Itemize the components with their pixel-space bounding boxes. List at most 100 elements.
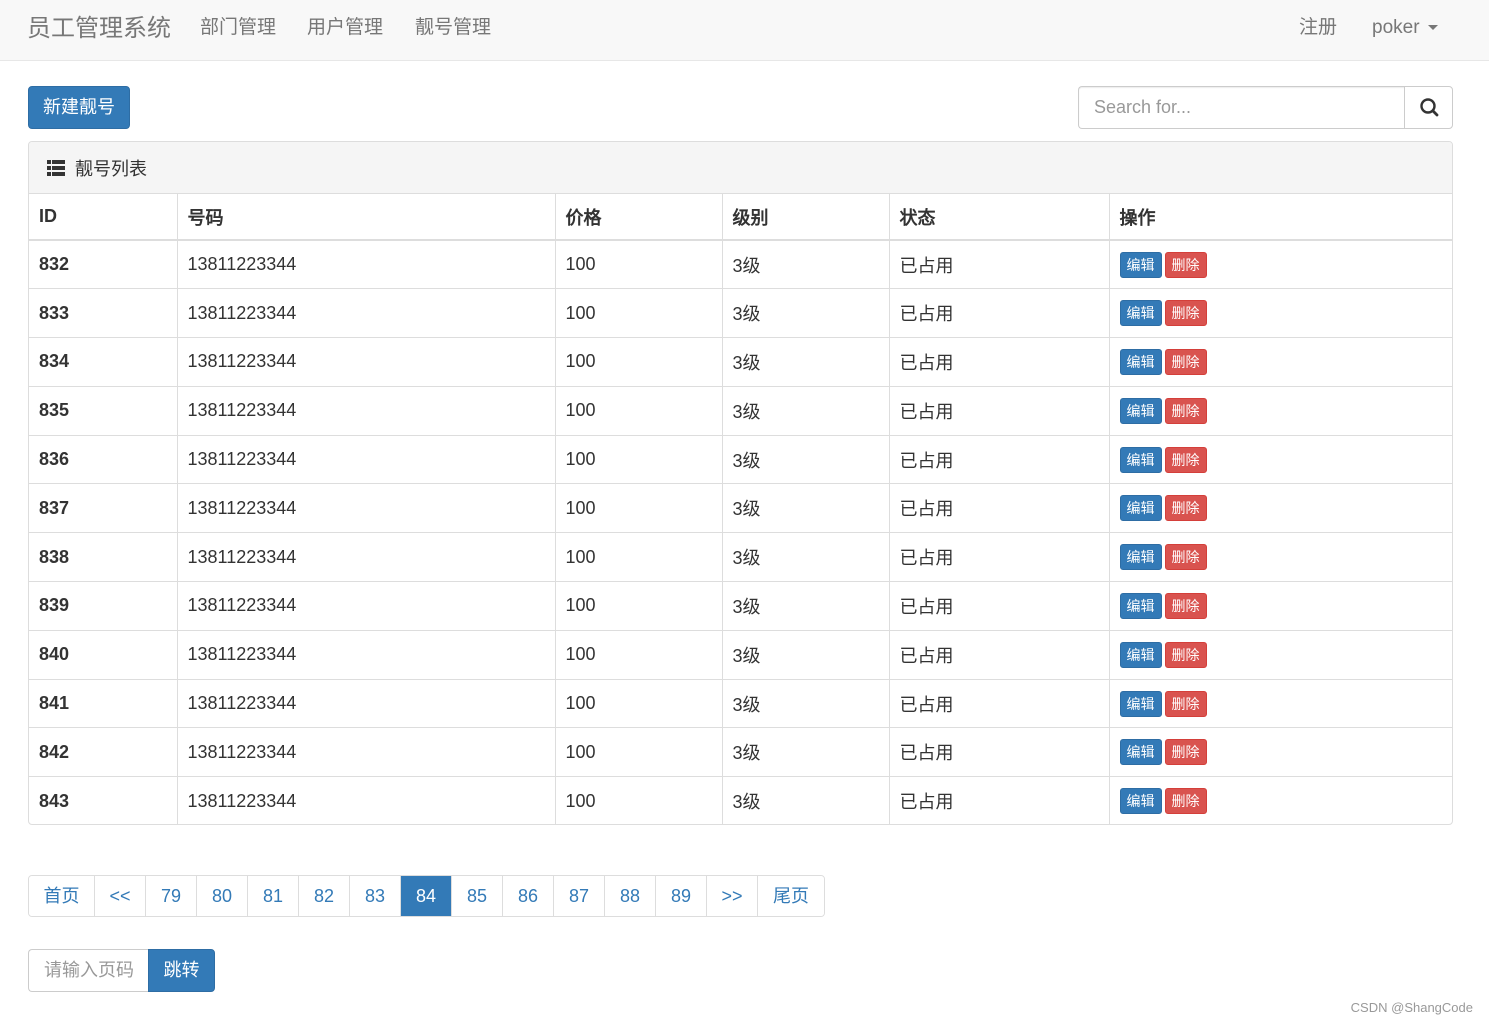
column-header-id: ID [29, 194, 178, 240]
delete-button[interactable]: 删除 [1164, 495, 1207, 522]
edit-button[interactable]: 编辑 [1119, 348, 1162, 375]
nav-link-register[interactable]: 注册 [1299, 17, 1337, 39]
delete-button[interactable]: 删除 [1164, 788, 1207, 815]
page-item[interactable]: 89 [656, 876, 707, 916]
cell-id: 840 [29, 629, 178, 680]
cell-id: 833 [29, 288, 178, 338]
watermark: CSDN @ShangCode [1350, 1000, 1473, 1015]
edit-button[interactable]: 编辑 [1119, 300, 1162, 327]
cell-mobile: 13811223344 [177, 629, 556, 680]
cell-level: 3级 [722, 385, 890, 436]
column-header-mobile: 号码 [177, 194, 556, 240]
table-header-row: ID 号码 价格 级别 状态 操作 [29, 194, 1452, 240]
page-item[interactable]: >> [707, 876, 758, 916]
nav-link-departments[interactable]: 部门管理 [200, 17, 276, 39]
cell-mobile: 13811223344 [177, 532, 556, 582]
page-item[interactable]: 85 [452, 876, 503, 916]
cell-mobile: 13811223344 [177, 483, 556, 533]
cell-level: 3级 [722, 776, 890, 824]
page-item[interactable]: 82 [299, 876, 350, 916]
table-row: 834 13811223344 100 3级 已占用 编辑 删除 [29, 337, 1452, 387]
page-item[interactable]: << [95, 876, 146, 916]
pretty-number-table: ID 号码 价格 级别 状态 操作 832 13811223344 100 3级 已占用… [29, 194, 1452, 824]
page-item[interactable]: 84 [401, 876, 452, 916]
delete-button[interactable]: 删除 [1164, 348, 1207, 375]
cell-status: 已占用 [889, 385, 1110, 436]
page-number-input[interactable] [28, 949, 149, 992]
nav-link-users[interactable]: 用户管理 [307, 17, 383, 39]
delete-button[interactable]: 删除 [1164, 739, 1207, 766]
new-pretty-number-button[interactable]: 新建靓号 [28, 86, 130, 129]
page-item[interactable]: 80 [197, 876, 248, 916]
cell-level: 3级 [722, 727, 890, 777]
cell-status: 已占用 [889, 288, 1110, 338]
edit-button[interactable]: 编辑 [1119, 495, 1162, 522]
search-button[interactable] [1404, 86, 1453, 129]
page-item[interactable]: 87 [554, 876, 605, 916]
table-row: 835 13811223344 100 3级 已占用 编辑 删除 [29, 385, 1452, 436]
page-item[interactable]: 79 [146, 876, 197, 916]
delete-button[interactable]: 删除 [1164, 690, 1207, 717]
page-item[interactable]: 83 [350, 876, 401, 916]
edit-button[interactable]: 编辑 [1119, 397, 1162, 424]
page-item[interactable]: 首页 [29, 876, 95, 916]
cell-price: 100 [555, 776, 723, 824]
brand-title[interactable]: 员工管理系统 [27, 14, 171, 44]
cell-id: 832 [29, 239, 178, 289]
table-row: 840 13811223344 100 3级 已占用 编辑 删除 [29, 629, 1452, 680]
cell-price: 100 [555, 678, 723, 728]
search-input[interactable] [1078, 86, 1405, 129]
edit-button[interactable]: 编辑 [1119, 251, 1162, 278]
delete-button[interactable]: 删除 [1164, 544, 1207, 571]
page-item[interactable]: 88 [605, 876, 656, 916]
cell-actions: 编辑 删除 [1109, 727, 1452, 777]
search-group [1078, 86, 1453, 129]
nav-link-pretty-numbers[interactable]: 靓号管理 [415, 17, 491, 39]
cell-id: 838 [29, 532, 178, 582]
cell-level: 3级 [722, 532, 890, 582]
delete-button[interactable]: 删除 [1164, 641, 1207, 668]
table-row: 841 13811223344 100 3级 已占用 编辑 删除 [29, 678, 1452, 728]
cell-id: 839 [29, 581, 178, 631]
edit-button[interactable]: 编辑 [1119, 446, 1162, 473]
edit-button[interactable]: 编辑 [1119, 641, 1162, 668]
cell-price: 100 [555, 385, 723, 436]
cell-actions: 编辑 删除 [1109, 288, 1452, 338]
delete-button[interactable]: 删除 [1164, 300, 1207, 327]
cell-level: 3级 [722, 434, 890, 484]
cell-level: 3级 [722, 483, 890, 533]
cell-price: 100 [555, 581, 723, 631]
cell-status: 已占用 [889, 776, 1110, 824]
column-header-status: 状态 [889, 194, 1110, 240]
page-item[interactable]: 81 [248, 876, 299, 916]
search-icon [1420, 98, 1439, 117]
cell-level: 3级 [722, 678, 890, 728]
edit-button[interactable]: 编辑 [1119, 544, 1162, 571]
jump-button[interactable]: 跳转 [148, 949, 215, 992]
delete-button[interactable]: 删除 [1164, 592, 1207, 619]
delete-button[interactable]: 删除 [1164, 397, 1207, 424]
edit-button[interactable]: 编辑 [1119, 739, 1162, 766]
cell-level: 3级 [722, 239, 890, 289]
pretty-number-panel: 靓号列表 ID 号码 价格 级别 状态 操作 832 13811223344 100… [28, 141, 1453, 825]
panel-title: 靓号列表 [75, 158, 147, 179]
cell-status: 已占用 [889, 337, 1110, 387]
table-row: 843 13811223344 100 3级 已占用 编辑 删除 [29, 776, 1452, 824]
cell-level: 3级 [722, 581, 890, 631]
cell-actions: 编辑 删除 [1109, 434, 1452, 484]
edit-button[interactable]: 编辑 [1119, 690, 1162, 717]
cell-price: 100 [555, 337, 723, 387]
edit-button[interactable]: 编辑 [1119, 592, 1162, 619]
page-item[interactable]: 86 [503, 876, 554, 916]
cell-mobile: 13811223344 [177, 776, 556, 824]
delete-button[interactable]: 删除 [1164, 446, 1207, 473]
page-jump-group: 跳转 [28, 949, 215, 992]
cell-actions: 编辑 删除 [1109, 532, 1452, 582]
user-dropdown[interactable]: poker [1372, 17, 1438, 39]
cell-id: 837 [29, 483, 178, 533]
page-item[interactable]: 尾页 [758, 876, 824, 916]
cell-price: 100 [555, 434, 723, 484]
edit-button[interactable]: 编辑 [1119, 788, 1162, 815]
delete-button[interactable]: 删除 [1164, 251, 1207, 278]
cell-status: 已占用 [889, 629, 1110, 680]
